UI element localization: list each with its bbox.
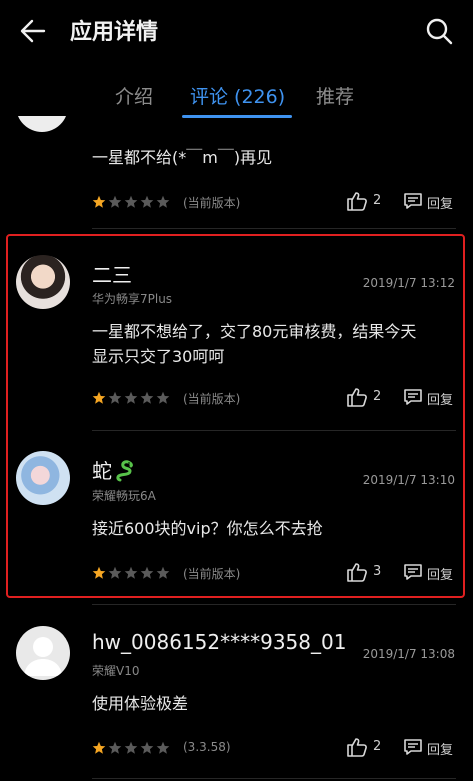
divider (92, 228, 456, 229)
comment-icon (404, 193, 422, 209)
star-empty-icon (108, 391, 122, 404)
thumbs-up-icon (347, 192, 367, 211)
avatar[interactable] (16, 626, 70, 680)
star-empty-icon (156, 741, 170, 754)
star-empty-icon (108, 566, 122, 579)
comment-date: 2019/1/7 13:08 (362, 647, 455, 661)
version-label: (当前版本) (183, 196, 241, 210)
avatar[interactable] (16, 451, 70, 505)
tab-reviews[interactable]: 评论 (226) (190, 82, 285, 109)
active-tab-indicator (182, 115, 292, 118)
star-empty-icon (108, 741, 122, 754)
reply-label: 回复 (427, 197, 454, 212)
star-empty-icon (140, 566, 154, 579)
like-count: 2 (373, 739, 382, 754)
star-filled-icon (92, 391, 106, 404)
tab-recommend[interactable]: 推荐 (316, 82, 354, 109)
version-label: (当前版本) (183, 567, 241, 581)
user-name[interactable]: 二三 (92, 259, 132, 288)
snake-emoji-icon (116, 460, 133, 482)
like-count: 2 (373, 389, 382, 404)
version-label: (当前版本) (183, 392, 241, 406)
reply-label: 回复 (427, 743, 454, 758)
star-empty-icon (124, 195, 138, 208)
comment-date: 2019/1/7 13:12 (362, 276, 455, 290)
star-empty-icon (124, 566, 138, 579)
comment-text: 一星都不给(*￣m￣)再见 (92, 148, 273, 167)
star-empty-icon (108, 195, 122, 208)
default-user-icon (24, 637, 62, 676)
star-empty-icon (156, 391, 170, 404)
reply-button[interactable]: 回复 (403, 191, 461, 213)
star-empty-icon (140, 741, 154, 754)
comment-date: 2019/1/7 13:10 (362, 473, 455, 487)
user-name-text: 蛇 (92, 459, 112, 483)
like-button[interactable]: 3 (346, 562, 386, 584)
avatar[interactable] (16, 255, 70, 309)
comment-text-line: 一星都不想给了，交了80元审核费，结果今天 (92, 322, 417, 341)
star-filled-icon (92, 741, 106, 754)
user-name[interactable]: 蛇 (92, 455, 136, 484)
reply-label: 回复 (427, 393, 454, 408)
search-icon (426, 18, 453, 45)
like-count: 2 (373, 193, 382, 208)
tab-intro[interactable]: 介绍 (115, 82, 153, 109)
comment-text: 使用体验极差 (92, 694, 189, 713)
comment-icon (404, 739, 422, 755)
version-label: (3.3.58) (183, 740, 231, 754)
arrow-left-icon (20, 19, 46, 43)
like-count: 3 (373, 564, 382, 579)
like-button[interactable]: 2 (346, 737, 386, 759)
star-empty-icon (124, 391, 138, 404)
divider (92, 778, 456, 779)
star-empty-icon (156, 566, 170, 579)
reply-button[interactable]: 回复 (403, 737, 461, 759)
thumbs-up-icon (347, 388, 367, 407)
star-empty-icon (140, 391, 154, 404)
star-filled-icon (92, 195, 106, 208)
back-button[interactable] (18, 16, 48, 46)
reply-button[interactable]: 回复 (403, 387, 461, 409)
device-label: 荣耀畅玩6A (92, 489, 156, 503)
comment-icon (404, 564, 422, 580)
comment-text-line: 显示只交了30呵呵 (92, 347, 225, 366)
thumbs-up-icon (347, 563, 367, 582)
star-filled-icon (92, 566, 106, 579)
device-label: 荣耀V10 (92, 664, 140, 678)
divider (92, 430, 456, 431)
comment-icon (404, 389, 422, 405)
search-button[interactable] (424, 16, 454, 46)
device-label: 华为畅享7Plus (92, 292, 173, 306)
reply-button[interactable]: 回复 (403, 562, 461, 584)
page-title: 应用详情 (70, 20, 159, 45)
thumbs-up-icon (347, 738, 367, 757)
star-empty-icon (156, 195, 170, 208)
star-empty-icon (124, 741, 138, 754)
like-button[interactable]: 2 (346, 387, 386, 409)
app-header: 应用详情 (0, 0, 473, 64)
star-empty-icon (140, 195, 154, 208)
like-button[interactable]: 2 (346, 191, 386, 213)
comment-text: 接近600块的vip？你怎么不去抢 (92, 519, 323, 538)
user-name[interactable]: hw_0086152****9358_01 (92, 630, 346, 654)
divider (92, 604, 456, 605)
tab-bar: 介绍 评论 (226) 推荐 (0, 76, 473, 120)
reply-label: 回复 (427, 568, 454, 583)
